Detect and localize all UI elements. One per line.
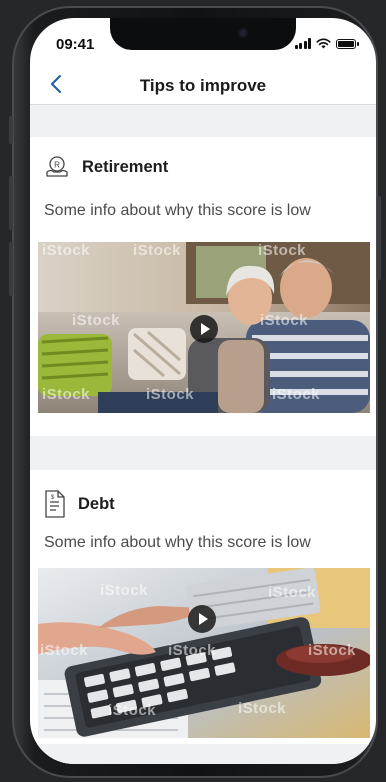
section-divider bbox=[30, 744, 376, 764]
retirement-icon: R bbox=[46, 156, 68, 177]
watermark: iStock bbox=[72, 312, 121, 329]
retirement-header: R Retirement bbox=[44, 154, 168, 180]
svg-text:$: $ bbox=[51, 495, 55, 501]
watermark: iStock bbox=[133, 242, 182, 259]
watermark: iStock bbox=[308, 642, 357, 659]
watermark: iStock bbox=[238, 700, 287, 717]
debt-video[interactable]: iStock iStock iStock iStock iStock iStoc… bbox=[38, 568, 370, 738]
wifi-icon bbox=[316, 38, 331, 49]
play-button[interactable] bbox=[188, 605, 216, 633]
svg-text:R: R bbox=[54, 161, 60, 170]
watermark: iStock bbox=[146, 386, 195, 403]
status-icons bbox=[294, 38, 359, 49]
watermark: iStock bbox=[40, 642, 89, 659]
notch bbox=[110, 18, 296, 50]
signal-icon bbox=[294, 38, 311, 49]
watermark: iStock bbox=[108, 702, 157, 719]
section-title: Retirement bbox=[82, 157, 169, 176]
play-button[interactable] bbox=[190, 315, 218, 343]
watermark: iStock bbox=[272, 386, 321, 403]
document-icon: $ bbox=[45, 490, 65, 518]
battery-icon bbox=[336, 38, 359, 49]
navigation-bar: Tips to improve bbox=[30, 68, 376, 105]
section-title: Debt bbox=[78, 494, 115, 513]
debt-header: $ Debt bbox=[44, 490, 115, 518]
volume-up-button bbox=[9, 176, 13, 230]
watermark: iStock bbox=[168, 642, 217, 659]
watermark: iStock bbox=[268, 584, 317, 601]
watermark: iStock bbox=[42, 242, 91, 259]
power-button bbox=[377, 196, 381, 280]
watermark: iStock bbox=[100, 582, 149, 599]
front-camera bbox=[238, 28, 248, 38]
watermark: iStock bbox=[260, 312, 309, 329]
section-divider bbox=[30, 436, 376, 470]
status-time: 09:41 bbox=[56, 36, 95, 53]
section-info: Some info about why this score is low bbox=[44, 534, 311, 551]
watermark: iStock bbox=[42, 386, 91, 403]
mute-switch bbox=[9, 116, 13, 144]
page-title: Tips to improve bbox=[139, 76, 267, 95]
section-info: Some info about why this score is low bbox=[44, 202, 311, 219]
retirement-video[interactable]: iStock iStock iStock iStock iStock iStoc… bbox=[38, 242, 370, 413]
section-divider bbox=[30, 105, 376, 137]
watermark: iStock bbox=[258, 242, 307, 259]
volume-down-button bbox=[9, 242, 13, 296]
app-screen: 09:41 Tips to improve R Retirement Some … bbox=[30, 18, 376, 764]
